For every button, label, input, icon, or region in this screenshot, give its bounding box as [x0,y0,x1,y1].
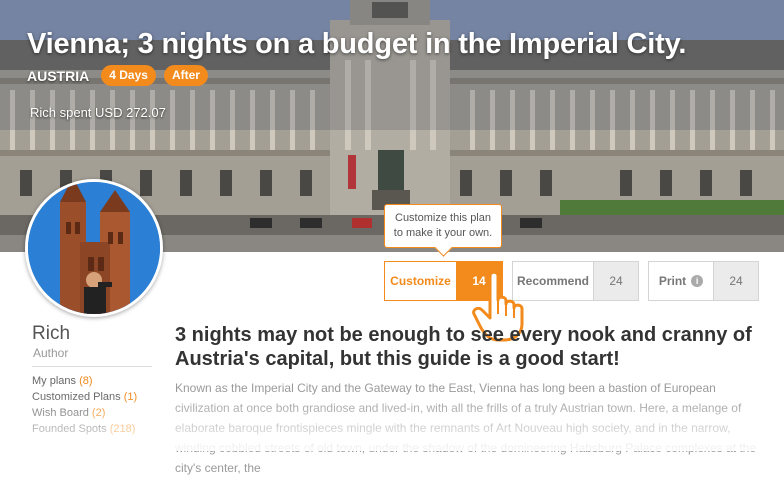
sidebar-divider [32,366,152,367]
stat-count: (8) [79,375,93,387]
stat-count: (218) [109,423,136,435]
country-label[interactable]: AUSTRIA [27,68,89,84]
plan-description: Known as the Imperial City and the Gatew… [175,381,757,475]
plan-headline: 3 nights may not be enough to see every … [175,324,752,370]
tooltip-line-2: to make it your own. [393,227,493,239]
stat-label: Wish Board [32,407,89,419]
author-role: Author [33,346,69,360]
stat-count: (1) [123,391,138,403]
stat-my-plans[interactable]: My plans (8) [32,373,137,389]
print-label-wrap: Print i [649,262,713,300]
info-icon[interactable]: i [691,275,704,287]
plan-title: Vienna; 3 nights on a budget in the Impe… [27,28,687,60]
budget-spent: Rich spent USD 272.07 [30,105,166,120]
stat-label: Customized Plans [32,391,121,403]
stat-count: (2) [91,407,106,419]
stat-label: Founded Spots [32,423,107,435]
stat-customized-plans[interactable]: Customized Plans (1) [32,389,137,405]
author-stats: My plans (8) Customized Plans (1) Wish B… [32,373,137,437]
timing-tag[interactable]: After [163,65,208,86]
stat-founded-spots[interactable]: Founded Spots (218) [32,421,137,437]
plan-meta: AUSTRIA 4 Days After [27,65,208,86]
print-label: Print [658,274,687,288]
duration-tag[interactable]: 4 Days [101,65,156,86]
author-name[interactable]: Rich [32,323,70,345]
avatar[interactable] [25,179,163,317]
avatar-photo [28,182,160,314]
stat-label: My plans [32,375,77,387]
recommend-count: 24 [593,262,638,300]
print-count: 24 [713,262,758,300]
stat-wish-board[interactable]: Wish Board (2) [32,405,137,421]
customize-label: Customize [390,274,451,288]
customize-tooltip: Customize this plan to make it your own. [384,204,502,248]
tooltip-line-1: Customize this plan [395,212,491,224]
print-button[interactable]: Print i 24 [648,261,759,301]
